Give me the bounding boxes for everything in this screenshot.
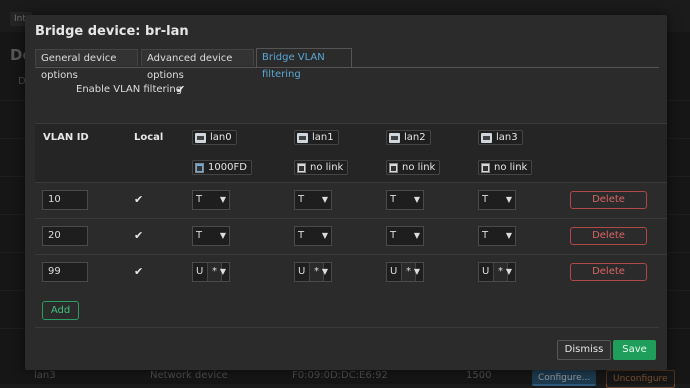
- port-name: lan3: [496, 132, 518, 143]
- delete-button[interactable]: Delete: [570, 263, 647, 281]
- port-status-lan1: no link: [294, 160, 349, 175]
- port-mode-select-lan2[interactable]: T ▼: [386, 226, 424, 246]
- save-button[interactable]: Save: [613, 340, 656, 360]
- port-status-lan2: no link: [386, 160, 441, 175]
- local-checkbox[interactable]: ✔: [134, 193, 143, 206]
- port-status: no link: [494, 162, 528, 173]
- ethernet-port-icon: [195, 132, 206, 143]
- ethernet-port-icon: [297, 132, 308, 143]
- caret-down-icon: ▼: [505, 231, 512, 240]
- local-header: Local: [134, 132, 164, 143]
- port-mode-select-lan1[interactable]: T ▼: [294, 190, 332, 210]
- port-mode-select-lan3[interactable]: T ▼: [478, 226, 516, 246]
- port-status: 1000FD: [208, 162, 247, 173]
- add-vlan-button[interactable]: Add: [42, 301, 79, 320]
- port-mode: T: [196, 230, 203, 241]
- caret-down-icon: ▼: [505, 267, 512, 276]
- vlan-id-input[interactable]: 10: [42, 190, 88, 210]
- port-status: no link: [402, 162, 436, 173]
- caret-down-icon: ▼: [219, 231, 226, 240]
- port-mode: T: [390, 194, 397, 205]
- ethernet-port-icon: [389, 132, 400, 143]
- tab-bridge-vlan-filtering[interactable]: Bridge VLAN filtering: [256, 48, 352, 80]
- port-name: lan1: [312, 132, 334, 143]
- enable-vlan-filtering-label: Enable VLAN filtering: [76, 84, 183, 95]
- port-mode-select-lan1[interactable]: T ▼: [294, 226, 332, 246]
- caret-down-icon: ▼: [413, 267, 420, 276]
- port-name: lan0: [210, 132, 232, 143]
- vlan-id-input[interactable]: 99: [42, 262, 88, 282]
- caret-down-icon: ▼: [413, 231, 420, 240]
- vlan-row: 10 ✔ T ▼ T ▼ T ▼ T ▼ Delete: [35, 182, 667, 219]
- vlan-row: 99 ✔ U * ▼ U * ▼ U * ▼ U * ▼ Delete: [35, 254, 667, 291]
- port-mode-select-lan0[interactable]: T ▼: [192, 190, 230, 210]
- ethernet-port-icon: [481, 132, 492, 143]
- caret-down-icon: ▼: [321, 267, 328, 276]
- port-mode-select-lan2[interactable]: T ▼: [386, 190, 424, 210]
- vlan-id-input[interactable]: 20: [42, 226, 88, 246]
- port-header-lan3: lan3: [478, 130, 523, 145]
- caret-down-icon: ▼: [321, 195, 328, 204]
- local-checkbox[interactable]: ✔: [134, 265, 143, 278]
- port-mode: U: [482, 266, 490, 277]
- port-name: lan2: [404, 132, 426, 143]
- port-mode: T: [298, 194, 305, 205]
- bridge-device-modal: Bridge device: br-lan General device opt…: [25, 15, 667, 370]
- modal-tabs: General device options Advanced device o…: [35, 48, 659, 81]
- port-status: no link: [310, 162, 344, 173]
- port-mode: T: [482, 230, 489, 241]
- port-header-lan0: lan0: [192, 130, 237, 145]
- vlan-row: 20 ✔ T ▼ T ▼ T ▼ T ▼ Delete: [35, 218, 667, 255]
- vlan-table-header: VLAN ID Local lan0 lan1 lan2 lan3 1000FD…: [35, 123, 667, 182]
- no-link-icon: [481, 162, 490, 173]
- port-mode-select-lan2[interactable]: U * ▼: [386, 262, 424, 282]
- port-status-lan3: no link: [478, 160, 533, 175]
- port-mode-select-lan1[interactable]: U * ▼: [294, 262, 332, 282]
- caret-down-icon: ▼: [505, 195, 512, 204]
- dismiss-button[interactable]: Dismiss: [557, 340, 611, 360]
- port-mode: T: [196, 194, 203, 205]
- port-mode: T: [298, 230, 305, 241]
- no-link-icon: [297, 162, 306, 173]
- port-mode: U: [196, 266, 204, 277]
- port-mode: T: [390, 230, 397, 241]
- caret-down-icon: ▼: [219, 267, 226, 276]
- tab-general-device-options[interactable]: General device options: [35, 49, 138, 81]
- tab-advanced-device-options[interactable]: Advanced device options: [141, 49, 254, 81]
- link-status-icon: [195, 162, 204, 173]
- port-mode-select-lan0[interactable]: U * ▼: [192, 262, 230, 282]
- delete-button[interactable]: Delete: [570, 191, 647, 209]
- local-checkbox[interactable]: ✔: [134, 229, 143, 242]
- delete-button[interactable]: Delete: [570, 227, 647, 245]
- caret-down-icon: ▼: [413, 195, 420, 204]
- port-mode-select-lan0[interactable]: T ▼: [192, 226, 230, 246]
- port-mode: U: [390, 266, 398, 277]
- port-header-lan2: lan2: [386, 130, 431, 145]
- port-mode-select-lan3[interactable]: U * ▼: [478, 262, 516, 282]
- vlan-id-header: VLAN ID: [43, 132, 89, 143]
- port-mode: T: [482, 194, 489, 205]
- caret-down-icon: ▼: [321, 231, 328, 240]
- port-mode-select-lan3[interactable]: T ▼: [478, 190, 516, 210]
- enable-vlan-filtering-checkbox[interactable]: ✔: [176, 83, 185, 96]
- modal-title: Bridge device: br-lan: [35, 24, 189, 39]
- no-link-icon: [389, 162, 398, 173]
- port-mode: U: [298, 266, 306, 277]
- port-status-lan0: 1000FD: [192, 160, 252, 175]
- modal-footer-divider: [35, 327, 659, 328]
- port-header-lan1: lan1: [294, 130, 339, 145]
- caret-down-icon: ▼: [219, 195, 226, 204]
